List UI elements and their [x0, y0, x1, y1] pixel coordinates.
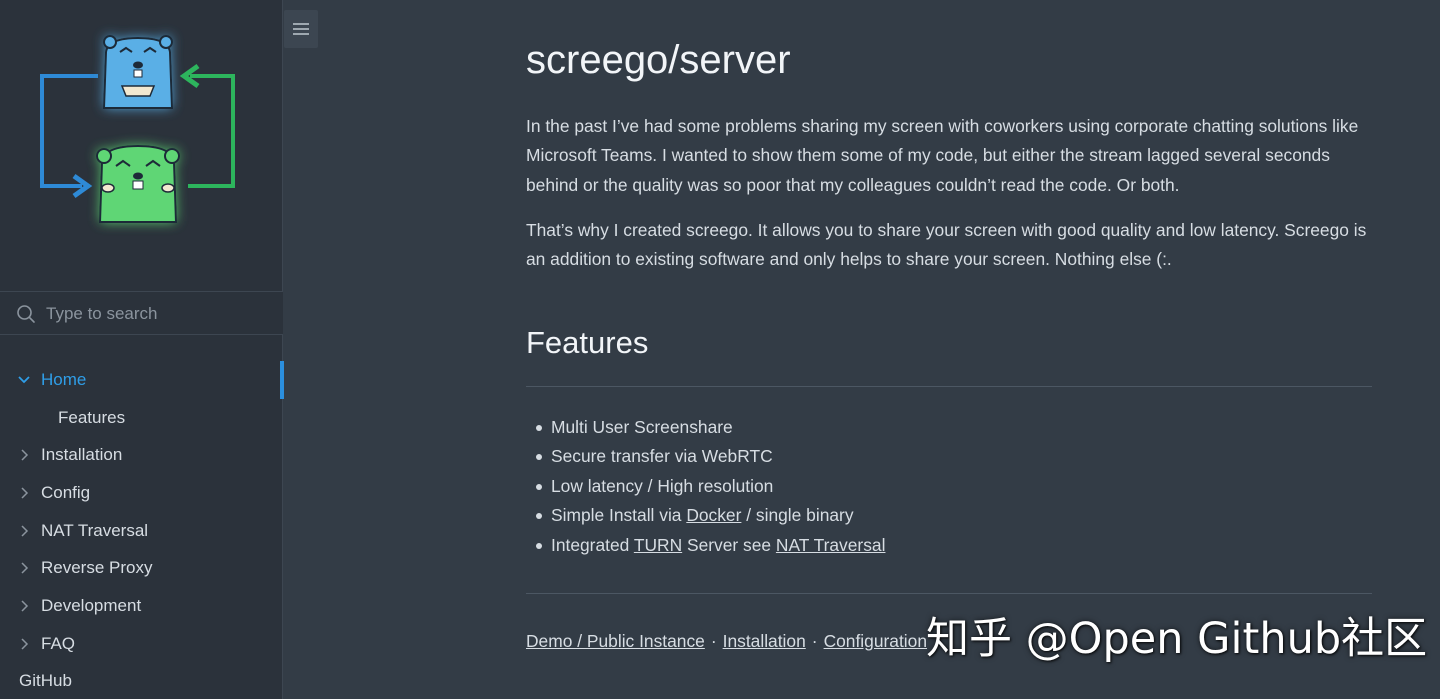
turn-link[interactable]: TURN — [634, 535, 682, 555]
list-item: Multi User Screenshare — [526, 413, 885, 442]
list-item: Simple Install via Docker / single binar… — [526, 501, 885, 530]
configuration-link[interactable]: Configuration — [824, 631, 927, 651]
installation-link[interactable]: Installation — [723, 631, 806, 651]
sidebar-item-label: GitHub — [19, 671, 72, 691]
intro-paragraph: In the past I’ve had some problems shari… — [526, 116, 1359, 195]
divider — [526, 386, 1372, 387]
sidebar: Home Features Installation Config NAT Tr… — [0, 0, 284, 699]
chevron-right-icon — [21, 600, 29, 612]
list-item-text: Server see — [682, 534, 776, 555]
chevron-down-icon — [18, 376, 30, 384]
chevron-right-icon — [21, 525, 29, 537]
chevron-right-icon — [21, 562, 29, 574]
watermark-text: 知乎 @Open Github社区 — [926, 614, 1428, 664]
sidebar-item-home[interactable]: Home — [0, 361, 284, 399]
chevron-right-icon — [21, 487, 29, 499]
sidebar-item-label: Features — [58, 407, 126, 427]
sidebar-item-config[interactable]: Config — [0, 474, 283, 512]
sidebar-item-label: Config — [41, 482, 91, 502]
sidebar-item-installation[interactable]: Installation — [0, 436, 283, 474]
active-indicator — [280, 361, 284, 399]
features-heading: Features — [526, 325, 649, 360]
list-item-text: Simple Install via — [551, 505, 687, 526]
list-item: Integrated TURN Server see NAT Traversal — [526, 531, 885, 560]
sidebar-nav: Home Features Installation Config NAT Tr… — [0, 361, 284, 699]
chevron-right-icon — [21, 449, 29, 461]
sidebar-item-development[interactable]: Development — [0, 587, 283, 625]
sidebar-item-github[interactable]: GitHub — [0, 663, 283, 699]
sidebar-item-reverse-proxy[interactable]: Reverse Proxy — [0, 549, 283, 587]
sidebar-item-faq[interactable]: FAQ — [0, 625, 283, 663]
list-item-text: Multi User Screenshare — [551, 417, 733, 437]
sidebar-item-nat-traversal[interactable]: NAT Traversal — [0, 512, 283, 550]
sidebar-item-label: FAQ — [41, 633, 76, 653]
list-item: Low latency / High resolution — [526, 472, 885, 501]
docker-link[interactable]: Docker — [686, 505, 741, 525]
search-input[interactable] — [46, 302, 271, 326]
chevron-right-icon — [21, 638, 29, 650]
list-item-text: / single binary — [741, 505, 854, 526]
sidebar-item-features[interactable]: Features — [0, 399, 283, 437]
features-list: Multi User Screenshare Secure transfer v… — [526, 413, 885, 560]
list-item-text: Secure transfer via WebRTC — [551, 446, 773, 467]
list-item-text: Integrated — [551, 534, 634, 555]
page-title: screego/server — [526, 38, 791, 82]
hamburger-icon — [293, 23, 309, 35]
gopher-logo-icon — [40, 35, 235, 223]
separator: · — [811, 631, 818, 651]
search-bar[interactable] — [0, 291, 283, 335]
nat-traversal-link[interactable]: NAT Traversal — [776, 535, 886, 555]
sidebar-item-label: Reverse Proxy — [41, 558, 153, 578]
sidebar-item-label: NAT Traversal — [41, 520, 149, 540]
screego-logo — [0, 0, 283, 291]
separator: · — [710, 631, 717, 651]
search-icon — [17, 305, 35, 323]
demo-link[interactable]: Demo / Public Instance — [526, 631, 705, 651]
intro-paragraph: That’s why I created screego. It allows … — [526, 220, 1367, 270]
divider — [526, 593, 1372, 594]
list-item: Secure transfer via WebRTC — [526, 442, 885, 471]
list-item-text: Low latency / High resolution — [551, 475, 774, 496]
sidebar-item-label: Installation — [41, 445, 123, 465]
menu-toggle-button[interactable] — [284, 10, 318, 48]
footer-links: Demo / Public Instance · Installation · Conf… — [526, 631, 927, 652]
sidebar-item-label: Development — [41, 595, 142, 615]
sidebar-item-label: Home — [41, 369, 87, 389]
